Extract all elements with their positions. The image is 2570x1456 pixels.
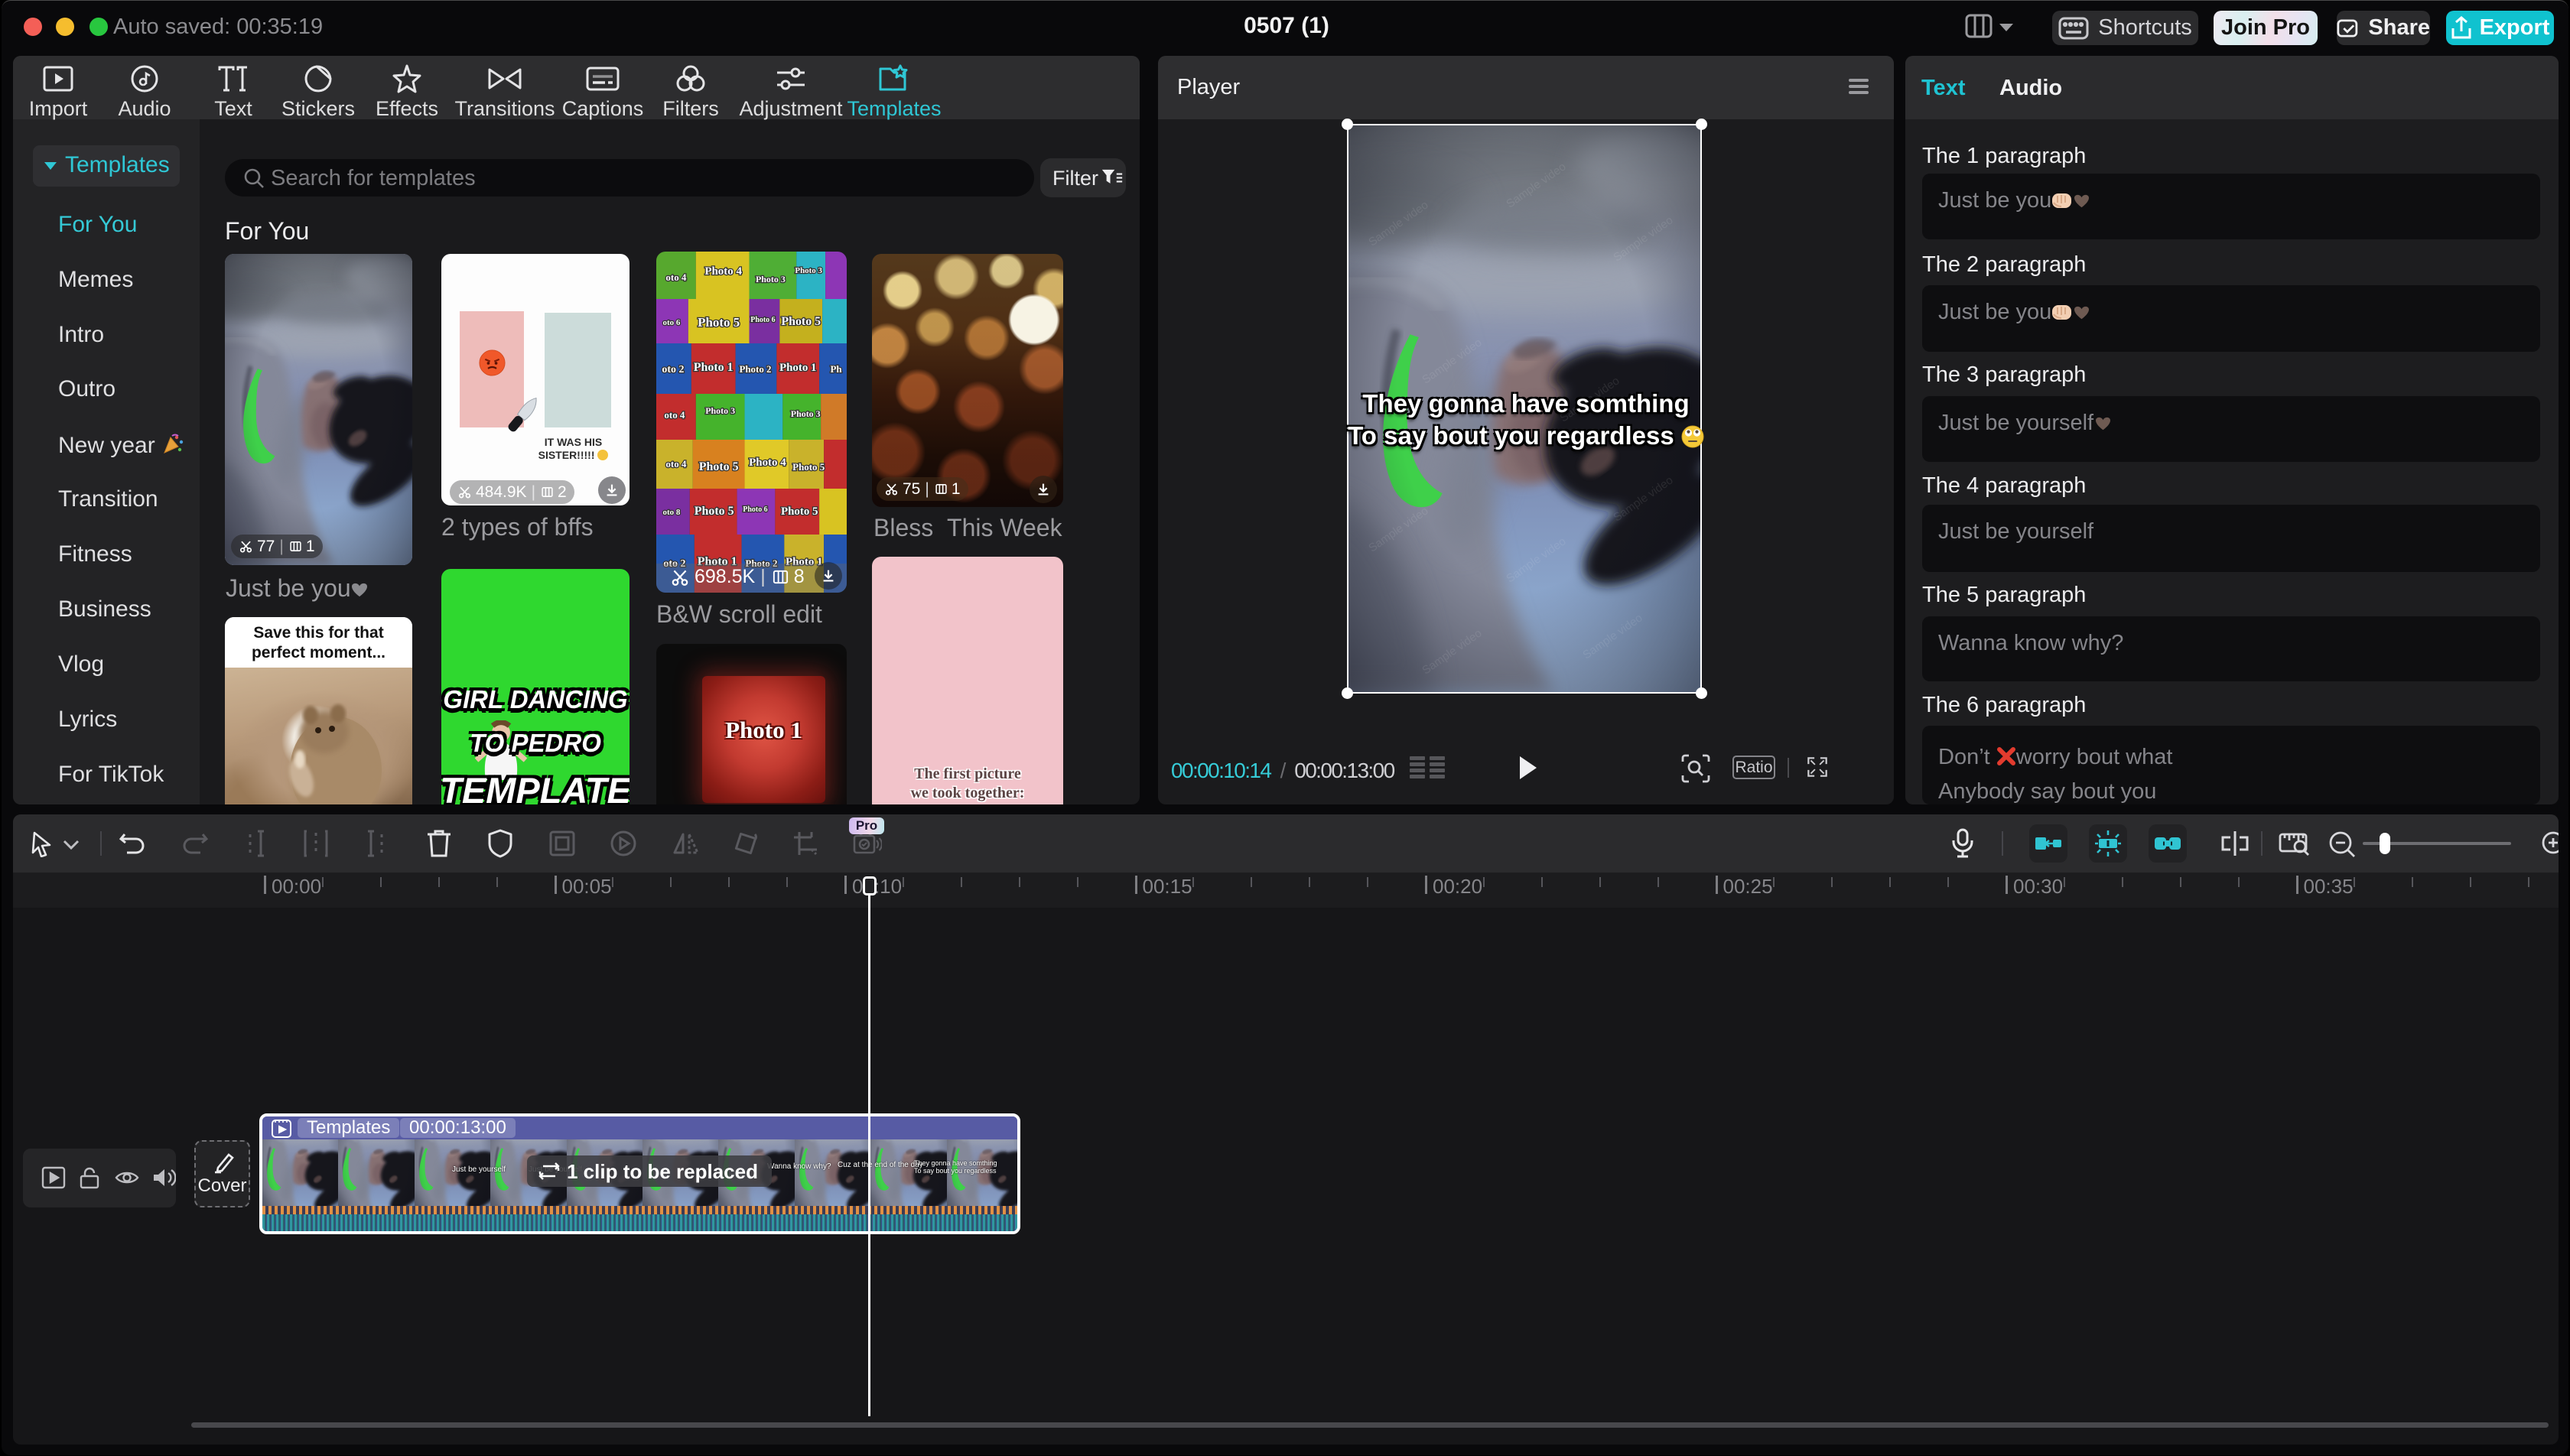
svg-text:Photo 2: Photo 2 [739,363,771,375]
svg-text:Photo 1: Photo 1 [779,362,817,374]
svg-text:Photo 3: Photo 3 [795,266,822,275]
svg-text:Photo 6: Photo 6 [750,316,775,324]
svg-text:oto 4: oto 4 [664,409,685,421]
svg-text:Photo 3: Photo 3 [705,405,735,416]
svg-text:oto 2: oto 2 [662,364,684,375]
svg-text:Photo 5: Photo 5 [698,315,740,330]
svg-text:oto 6: oto 6 [663,318,681,327]
svg-text:Photo 5: Photo 5 [695,505,734,518]
svg-text:Photo 1: Photo 1 [694,361,734,374]
svg-text:Photo 5: Photo 5 [792,461,825,473]
svg-text:Photo 6: Photo 6 [743,505,767,514]
svg-text:Photo 4: Photo 4 [704,265,742,278]
svg-text:Photo 4: Photo 4 [749,457,786,469]
svg-text:Photo 3: Photo 3 [791,408,821,419]
svg-text:oto 8: oto 8 [663,508,681,517]
svg-text:Ph: Ph [831,363,843,375]
svg-text:oto 4: oto 4 [665,458,686,470]
svg-text:Photo 3: Photo 3 [756,274,786,284]
svg-text:Photo 5: Photo 5 [781,505,818,518]
svg-text:Photo 5: Photo 5 [781,315,821,328]
svg-text:oto 4: oto 4 [665,271,686,283]
svg-text:Photo 5: Photo 5 [699,460,739,473]
